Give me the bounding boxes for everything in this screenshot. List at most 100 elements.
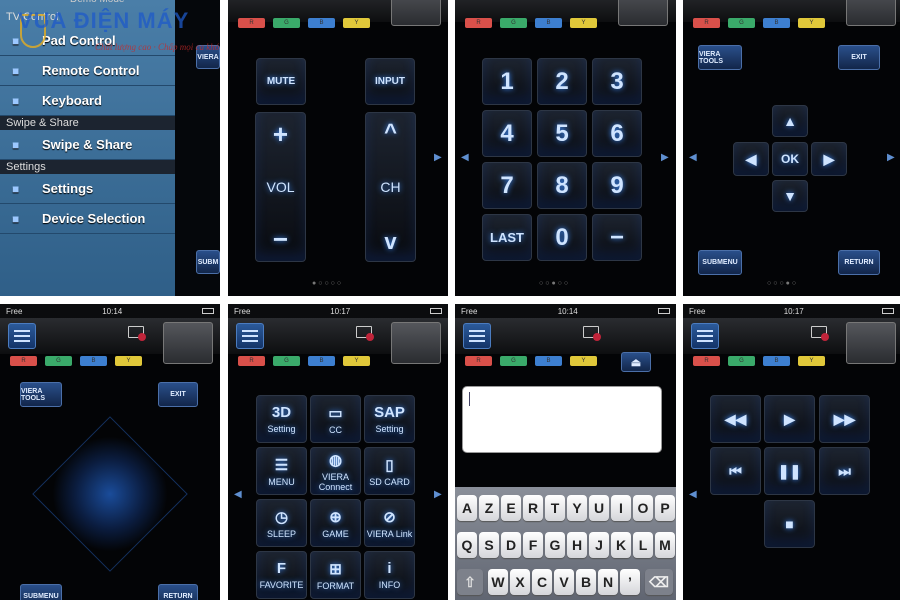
- next-page-arrow[interactable]: ▶: [434, 152, 442, 163]
- next-page-arrow[interactable]: ▶: [434, 489, 442, 500]
- next-page-arrow[interactable]: ▶: [661, 152, 669, 163]
- color-button-red[interactable]: R: [465, 18, 492, 28]
- return-button[interactable]: RETURN: [838, 250, 880, 275]
- prev-page-arrow[interactable]: ◀: [234, 489, 242, 500]
- prev-page-arrow[interactable]: ◀: [689, 489, 697, 500]
- prev-page-arrow[interactable]: ◀: [689, 152, 697, 163]
- key[interactable]: G: [545, 532, 565, 558]
- viera-tools-button[interactable]: VIERA: [196, 45, 220, 69]
- numpad-key[interactable]: LAST: [482, 214, 532, 261]
- menu-item[interactable]: ■ Device Selection: [0, 204, 175, 234]
- key[interactable]: H: [567, 532, 587, 558]
- color-button-blue[interactable]: B: [763, 356, 790, 366]
- color-button-green[interactable]: G: [728, 18, 755, 28]
- return-button[interactable]: RETURN: [158, 584, 198, 600]
- color-button-yellow[interactable]: Y: [343, 18, 370, 28]
- viera-tools-button[interactable]: VIERA TOOLS: [698, 45, 742, 70]
- key[interactable]: T: [545, 495, 565, 521]
- mute-button[interactable]: MUTE: [256, 58, 306, 105]
- stop-button[interactable]: ■: [764, 500, 815, 548]
- viera-connect-button[interactable]: ◍ VIERA Connect: [310, 447, 361, 495]
- keyboard-hide-button[interactable]: ⏏: [621, 352, 651, 372]
- menu-button[interactable]: ☰ MENU: [256, 447, 307, 495]
- menu-button[interactable]: [691, 323, 719, 349]
- key[interactable]: F: [523, 532, 543, 558]
- info-button[interactable]: i INFO: [364, 551, 415, 599]
- next-button[interactable]: ⏭: [819, 447, 870, 495]
- preview-button[interactable]: [391, 322, 441, 364]
- key[interactable]: A: [457, 495, 477, 521]
- color-button-red[interactable]: R: [238, 356, 265, 366]
- setting-button[interactable]: 3D Setting: [256, 395, 307, 443]
- numpad-key[interactable]: 6: [592, 110, 642, 157]
- play-button[interactable]: ▶: [764, 395, 815, 443]
- menu-item[interactable]: ■ Pad Control: [0, 26, 175, 56]
- key[interactable]: L: [633, 532, 653, 558]
- color-button-blue[interactable]: B: [308, 356, 335, 366]
- key[interactable]: E: [501, 495, 521, 521]
- menu-button[interactable]: [8, 323, 36, 349]
- color-button-green[interactable]: G: [273, 18, 300, 28]
- submenu-button[interactable]: SUBM: [196, 250, 220, 274]
- ok-button[interactable]: OK: [772, 142, 808, 176]
- color-button-green[interactable]: G: [45, 356, 72, 366]
- numpad-key[interactable]: 2: [537, 58, 587, 105]
- color-button-yellow[interactable]: Y: [115, 356, 142, 366]
- color-button-green[interactable]: G: [728, 356, 755, 366]
- key[interactable]: W: [488, 569, 508, 595]
- color-button-blue[interactable]: B: [763, 18, 790, 28]
- key[interactable]: B: [576, 569, 596, 595]
- fast-forward-button[interactable]: ▶▶: [819, 395, 870, 443]
- key[interactable]: P: [655, 495, 675, 521]
- preview-button[interactable]: [391, 0, 441, 26]
- numpad-key[interactable]: −: [592, 214, 642, 261]
- next-page-arrow[interactable]: ▶: [887, 152, 895, 163]
- channel-down-button[interactable]: v: [384, 229, 396, 255]
- volume-down-button[interactable]: −: [273, 224, 288, 255]
- setting-button[interactable]: SAP Setting: [364, 395, 415, 443]
- numpad-key[interactable]: 8: [537, 162, 587, 209]
- key[interactable]: K: [611, 532, 631, 558]
- tv-connection-icon[interactable]: [811, 326, 829, 341]
- key[interactable]: R: [523, 495, 543, 521]
- color-button-red[interactable]: R: [238, 18, 265, 28]
- color-button-yellow[interactable]: Y: [343, 356, 370, 366]
- previous-button[interactable]: ⏮: [710, 447, 761, 495]
- left-button[interactable]: ◀: [733, 142, 769, 176]
- color-button-yellow[interactable]: Y: [798, 18, 825, 28]
- exit-button[interactable]: EXIT: [158, 382, 198, 407]
- numpad-key[interactable]: 3: [592, 58, 642, 105]
- numpad-key[interactable]: 0: [537, 214, 587, 261]
- key[interactable]: ’: [620, 569, 640, 595]
- preview-button[interactable]: [846, 0, 896, 26]
- numpad-key[interactable]: 7: [482, 162, 532, 209]
- menu-item[interactable]: ■ Swipe & Share: [0, 130, 175, 160]
- down-button[interactable]: ▼: [772, 180, 808, 212]
- tv-connection-icon[interactable]: [356, 326, 374, 341]
- key[interactable]: N: [598, 569, 618, 595]
- color-button-yellow[interactable]: Y: [570, 356, 597, 366]
- viera-tools-button[interactable]: VIERA TOOLS: [20, 382, 62, 407]
- preview-button[interactable]: [163, 322, 213, 364]
- key[interactable]: I: [611, 495, 631, 521]
- menu-item[interactable]: ■ Remote Control: [0, 56, 175, 86]
- text-input[interactable]: [462, 386, 662, 453]
- color-button-blue[interactable]: B: [308, 18, 335, 28]
- tv-connection-icon[interactable]: [583, 326, 601, 341]
- submenu-button[interactable]: SUBMENU: [20, 584, 62, 600]
- channel-up-button[interactable]: ^: [384, 119, 397, 145]
- color-button-yellow[interactable]: Y: [570, 18, 597, 28]
- key[interactable]: C: [532, 569, 552, 595]
- color-button-green[interactable]: G: [500, 356, 527, 366]
- color-button-blue[interactable]: B: [535, 18, 562, 28]
- key[interactable]: S: [479, 532, 499, 558]
- key[interactable]: J: [589, 532, 609, 558]
- key[interactable]: Z: [479, 495, 499, 521]
- delete-key[interactable]: ⌫: [645, 569, 673, 595]
- input-button[interactable]: INPUT: [365, 58, 415, 105]
- sleep-button[interactable]: ◷ SLEEP: [256, 499, 307, 547]
- right-button[interactable]: ▶: [811, 142, 847, 176]
- format-button[interactable]: ⊞ FORMAT: [310, 551, 361, 599]
- color-button-yellow[interactable]: Y: [798, 356, 825, 366]
- color-button-red[interactable]: R: [465, 356, 492, 366]
